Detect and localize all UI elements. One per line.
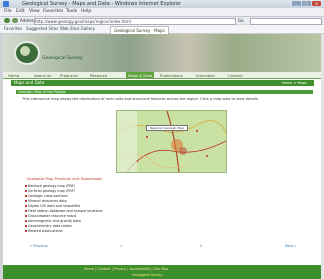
nav-research[interactable]: Research (90, 73, 107, 78)
nav-contact[interactable]: Contact (228, 73, 243, 78)
bullet-icon (25, 185, 27, 187)
nav-about[interactable]: About Us (34, 73, 51, 78)
list-item[interactable]: Bedrock geology map (PDF) (28, 184, 75, 188)
intro-text: This interactive map shows the distribut… (22, 97, 259, 101)
menu-view[interactable]: View (29, 9, 40, 14)
list-item[interactable]: Digital GIS data and shapefiles (28, 204, 80, 208)
back-icon[interactable] (4, 18, 10, 23)
list-item[interactable]: Aeromagnetic and gravity data (28, 219, 81, 223)
nav-home[interactable]: Home (8, 73, 19, 78)
menu-help[interactable]: Help (81, 9, 91, 14)
address-input[interactable]: http://www.geology.gov/maps/region/index… (34, 18, 236, 25)
browser-icon (3, 1, 9, 7)
forward-icon[interactable] (12, 18, 18, 23)
close-button[interactable]: ✕ (312, 1, 321, 6)
pager-next[interactable]: Next » (285, 244, 296, 248)
bullet-icon (25, 230, 27, 232)
map-label: Regional Geologic Map (146, 125, 188, 131)
bullet-icon (25, 195, 27, 197)
suggested-sites-link[interactable]: Suggested Sites (26, 26, 58, 31)
web-slice-gallery-link[interactable]: Web Slice Gallery (60, 26, 95, 31)
go-button[interactable]: Go (238, 18, 244, 23)
nav-education[interactable]: Education (196, 73, 215, 78)
page-title: Maps and Data (14, 80, 45, 85)
nav-publications[interactable]: Publications (160, 73, 183, 78)
bullet-icon (25, 205, 27, 207)
breadcrumb[interactable]: Home > Maps (282, 81, 307, 85)
page-title-bar (11, 80, 314, 86)
pager-previous[interactable]: « Previous (30, 244, 47, 248)
bullet-icon (25, 220, 27, 222)
list-item[interactable]: Related publications (28, 229, 63, 233)
section-title: Geologic Map of the Region (18, 90, 67, 94)
list-item[interactable]: Geochemistry data tables (28, 224, 72, 228)
list-item[interactable]: Surficial geology map (PDF) (28, 189, 75, 193)
pager-page-1[interactable]: 1 (120, 244, 122, 248)
search-input[interactable] (250, 18, 322, 25)
list-item[interactable]: Groundwater resource maps (28, 214, 76, 218)
maximize-button[interactable]: □ (302, 1, 311, 6)
map-graphic (117, 111, 226, 172)
bullet-icon (25, 210, 27, 212)
menu-edit[interactable]: Edit (16, 9, 25, 14)
window-title: Geological Survey - Maps and Data - Wind… (22, 1, 182, 7)
menu-tools[interactable]: Tools (66, 9, 77, 14)
nav-programs[interactable]: Programs (60, 73, 78, 78)
bullet-icon (25, 200, 27, 202)
bullet-icon (25, 215, 27, 217)
bullet-icon (25, 225, 27, 227)
logo-emblem-icon (20, 46, 30, 56)
products-heading: Available Map Products and Downloads: (27, 176, 103, 181)
footer-agency: Geological Survey (132, 273, 163, 277)
site-title: Geological Survey (42, 56, 83, 61)
bullet-icon (25, 190, 27, 192)
site-banner (3, 34, 321, 72)
pager-page-2[interactable]: 2 (200, 244, 202, 248)
menu-file[interactable]: File (4, 9, 12, 14)
nav-maps-data[interactable]: Maps & Data (128, 73, 152, 78)
geologic-map-image[interactable] (116, 110, 227, 173)
menu-favorites[interactable]: Favorites (43, 9, 63, 14)
favorites-button[interactable]: Favorites (4, 26, 22, 31)
list-item[interactable]: Geologic cross sections (28, 194, 68, 198)
list-item[interactable]: Mineral resources data (28, 199, 67, 203)
footer-links[interactable]: Home | Contact | Privacy | Accessibility… (84, 267, 168, 271)
list-item[interactable]: Field station database and sample locati… (28, 209, 103, 213)
minimize-button[interactable]: _ (292, 1, 301, 6)
